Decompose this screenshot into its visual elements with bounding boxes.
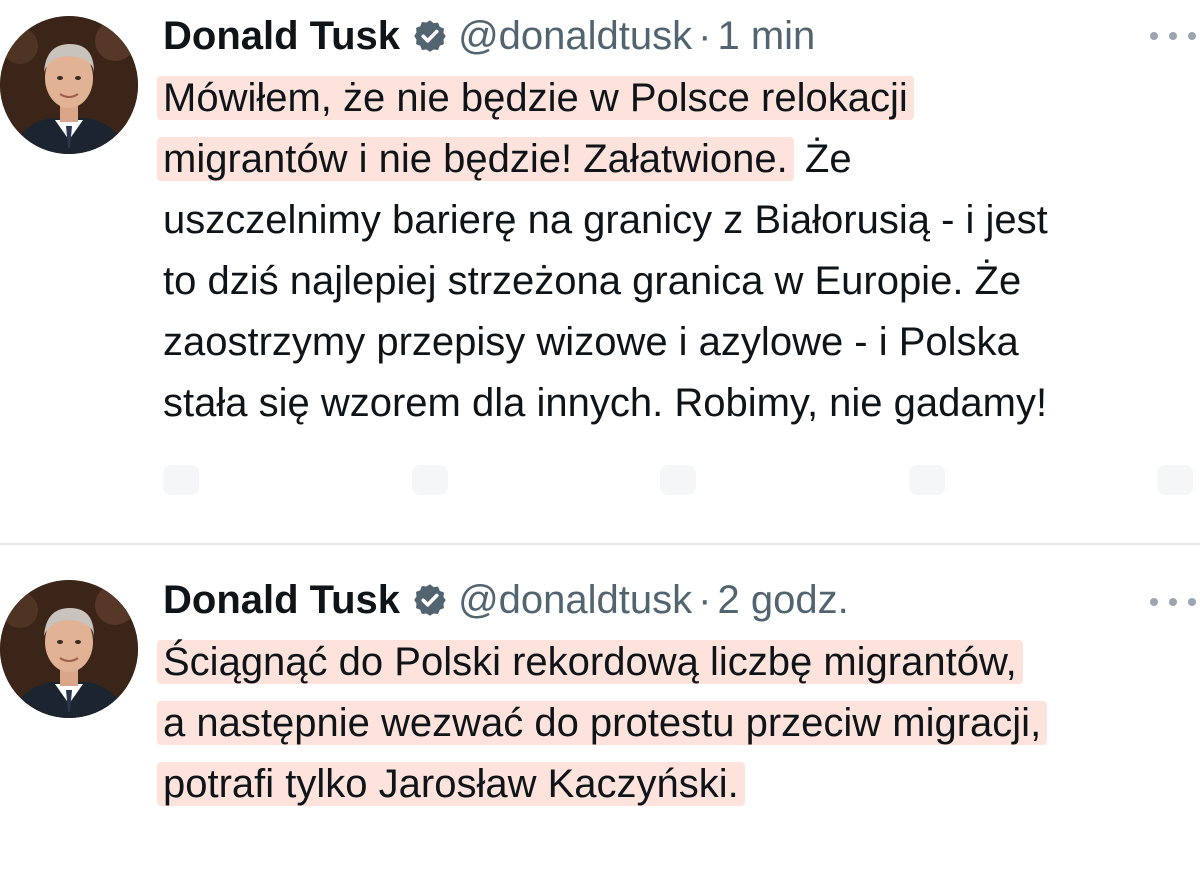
more-options-icon[interactable] xyxy=(1150,594,1196,610)
tweet-header: Donald Tusk @donaldtusk · 2 godz. xyxy=(163,572,849,628)
tweet-line: potrafi tylko Jarosław Kaczyński. xyxy=(157,754,1200,815)
separator-dot: · xyxy=(698,13,712,58)
more-options-icon[interactable] xyxy=(1150,28,1196,44)
highlighted-text: a następnie wezwać do protestu przeciw m… xyxy=(157,701,1048,745)
reply-icon[interactable] xyxy=(163,465,199,495)
tweet-feed: Donald Tusk @donaldtusk · 1 min Mówiłem,… xyxy=(0,0,1200,888)
tweet-line: stała się wzorem dla innych. Robimy, nie… xyxy=(163,381,1048,425)
highlighted-text: Mówiłem, że nie będzie w Polsce relokacj… xyxy=(157,76,914,120)
timestamp[interactable]: 2 godz. xyxy=(717,578,848,623)
plain-text: Że xyxy=(793,137,852,181)
author-name[interactable]: Donald Tusk xyxy=(163,14,400,59)
tweet-line: zaostrzymy przepisy wizowe i azylowe - i… xyxy=(163,320,1019,364)
tweet-text: Mówiłem, że nie będzie w Polsce relokacj… xyxy=(157,68,1200,434)
author-name[interactable]: Donald Tusk xyxy=(163,578,400,623)
author-handle[interactable]: @donaldtusk xyxy=(458,578,692,623)
verified-badge-icon xyxy=(414,584,446,616)
tweet[interactable]: Donald Tusk @donaldtusk · 2 godz. Ściągn… xyxy=(0,548,1200,888)
author-handle[interactable]: @donaldtusk xyxy=(458,14,692,59)
views-icon[interactable] xyxy=(908,465,945,495)
retweet-icon[interactable] xyxy=(411,465,448,495)
tweet-text: Ściągnąć do Polski rekordową liczbę migr… xyxy=(157,632,1200,815)
highlighted-text: migrantów i nie będzie! Załatwione. xyxy=(157,137,794,181)
share-icon[interactable] xyxy=(1157,465,1193,495)
separator-dot: · xyxy=(698,577,712,622)
verified-badge-icon xyxy=(414,20,446,52)
tweet-line: Mówiłem, że nie będzie w Polsce relokacj… xyxy=(157,68,1200,129)
like-icon[interactable] xyxy=(660,465,696,495)
tweet-line: migrantów i nie będzie! Załatwione. Że xyxy=(157,129,1200,190)
tweet[interactable]: Donald Tusk @donaldtusk · 1 min Mówiłem,… xyxy=(0,0,1200,540)
tweet-line: Ściągnąć do Polski rekordową liczbę migr… xyxy=(157,632,1200,693)
tweet-line: to dziś najlepiej strzeżona granica w Eu… xyxy=(163,259,1022,303)
timestamp[interactable]: 1 min xyxy=(717,14,815,59)
highlighted-text: potrafi tylko Jarosław Kaczyński. xyxy=(157,762,745,806)
portrait-avatar-icon xyxy=(0,16,138,154)
avatar[interactable] xyxy=(0,16,138,154)
tweet-actions-bar xyxy=(163,460,1193,500)
portrait-avatar-icon xyxy=(0,580,138,718)
divider xyxy=(0,543,1200,545)
tweet-header: Donald Tusk @donaldtusk · 1 min xyxy=(163,8,815,64)
tweet-line: a następnie wezwać do protestu przeciw m… xyxy=(157,693,1200,754)
avatar[interactable] xyxy=(0,580,138,718)
highlighted-text: Ściągnąć do Polski rekordową liczbę migr… xyxy=(157,640,1023,684)
tweet-line: uszczelnimy barierę na granicy z Białoru… xyxy=(163,198,1048,242)
